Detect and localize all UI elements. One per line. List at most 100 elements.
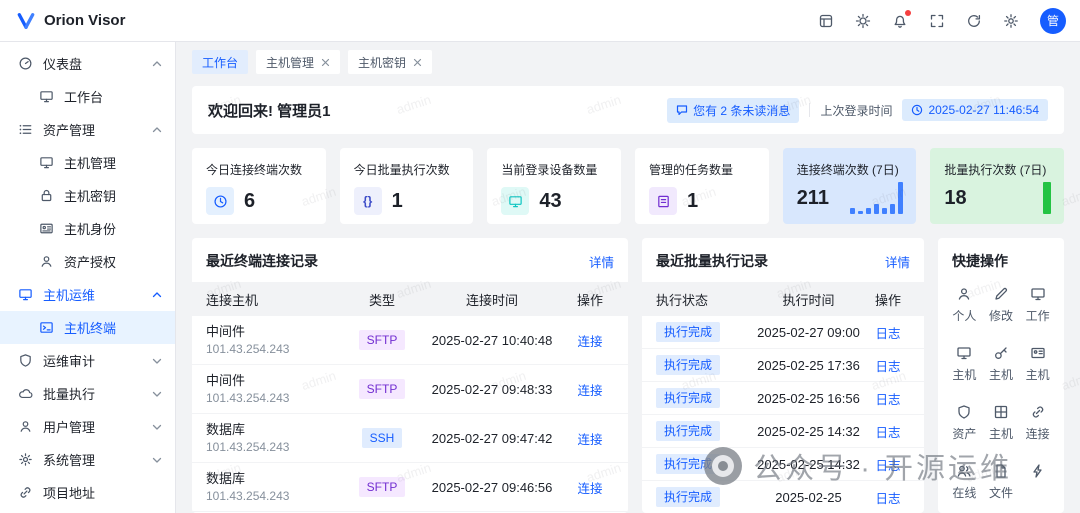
clock-icon [206, 187, 234, 215]
table-row: 执行完成 2025-02-25 日志 [642, 481, 924, 513]
log-link[interactable]: 日志 [875, 393, 900, 407]
status-badge: 执行完成 [656, 322, 720, 342]
log-link[interactable]: 日志 [875, 492, 900, 506]
sidebar-item-assets[interactable]: 资产管理 [0, 113, 175, 146]
quick-op-host-manage[interactable]: 主机 [946, 345, 983, 383]
connect-link[interactable]: 连接 [577, 335, 602, 349]
quick-op-edit-password[interactable]: 修改 [983, 286, 1020, 324]
sidebar-item-workbench[interactable]: 工作台 [0, 80, 175, 113]
type-badge: SFTP [359, 379, 406, 399]
task-list-icon [649, 187, 677, 215]
link-icon [18, 485, 33, 500]
last-login-time-badge: 2025-02-27 11:46:54 [902, 99, 1048, 121]
terminal-records-more-link[interactable]: 详情 [589, 252, 614, 271]
panel-title: 最近批量执行记录 [656, 251, 768, 271]
sidebar-item-host-terminal[interactable]: 主机终端 [0, 311, 175, 344]
status-badge: 执行完成 [656, 355, 720, 375]
quick-op-workbench[interactable]: 工作 [1019, 286, 1056, 324]
sidebar-item-host-key[interactable]: 主机密钥 [0, 179, 175, 212]
table-row: 数据库101.43.254.243 SSH 2025-02-27 09:47:4… [192, 414, 628, 463]
message-icon [676, 104, 688, 116]
status-badge: 执行完成 [656, 388, 720, 408]
pencil-icon [993, 286, 1009, 302]
last-login-label: 上次登录时间 [820, 102, 892, 119]
connect-link[interactable]: 连接 [577, 384, 602, 398]
status-badge: 执行完成 [656, 454, 720, 474]
unread-messages-badge[interactable]: 您有 2 条未读消息 [667, 98, 799, 123]
users-icon [956, 463, 972, 479]
dashboard-content: 欢迎回来! 管理员1 您有 2 条未读消息 上次登录时间 20 [176, 74, 1080, 513]
quick-op-host-terminal[interactable]: 主机 [983, 404, 1020, 442]
quick-op-asset-grant[interactable]: 资产 [946, 404, 983, 442]
sidebar-item-host-manage[interactable]: 主机管理 [0, 146, 175, 179]
connect-link[interactable]: 连接 [577, 433, 602, 447]
log-link[interactable]: 日志 [875, 327, 900, 341]
user-icon [18, 419, 33, 434]
user-avatar[interactable]: 管 [1040, 8, 1066, 34]
notifications-bell-icon[interactable] [892, 13, 908, 29]
log-link[interactable]: 日志 [875, 360, 900, 374]
sidebar-item-ops-audit[interactable]: 运维审计 [0, 344, 175, 377]
tab-workbench[interactable]: 工作台 [192, 50, 248, 74]
sidebar-item-project-link[interactable]: 项目地址 [0, 476, 175, 509]
tab-host-key[interactable]: 主机密钥 [348, 50, 432, 74]
monitor-icon [39, 155, 54, 170]
sidebar-item-user-manage[interactable]: 用户管理 [0, 410, 175, 443]
lightning-icon [1030, 463, 1046, 479]
sidebar-item-batch-exec[interactable]: 批量执行 [0, 377, 175, 410]
welcome-card: 欢迎回来! 管理员1 您有 2 条未读消息 上次登录时间 20 [192, 86, 1064, 134]
quick-op-files[interactable]: 文件 [983, 463, 1020, 501]
refresh-icon[interactable] [966, 13, 982, 29]
sidebar-item-host-identity[interactable]: 主机身份 [0, 212, 175, 245]
key-icon [993, 345, 1009, 361]
log-link[interactable]: 日志 [875, 426, 900, 440]
file-icon [993, 463, 1009, 479]
workbench-icon [39, 89, 54, 104]
sidebar-item-dashboard[interactable]: 仪表盘 [0, 47, 175, 80]
tab-bar: 工作台 主机管理 主机密钥 [176, 42, 1080, 74]
chevron-up-icon [151, 289, 163, 301]
fullscreen-icon[interactable] [929, 13, 945, 29]
table-row: 数据库101.43.254.243 SFTP 2025-02-27 09:46:… [192, 463, 628, 512]
type-badge: SSH [362, 428, 403, 448]
desktop-icon [18, 287, 33, 302]
status-badge: 执行完成 [656, 421, 720, 441]
quick-op-profile[interactable]: 个人 [946, 286, 983, 324]
chevron-down-icon [151, 421, 163, 433]
table-row: 中间件101.43.254.243 SFTP 2025-02-27 09:48:… [192, 365, 628, 414]
cloud-icon [18, 386, 33, 401]
settings-gear-icon[interactable] [1003, 13, 1019, 29]
sidebar-item-system-manage[interactable]: 系统管理 [0, 443, 175, 476]
list-icon [18, 122, 33, 137]
quick-op-online-terminal[interactable]: 在线 [946, 463, 983, 501]
workspace-icon[interactable] [818, 13, 834, 29]
exec-records-more-link[interactable]: 详情 [885, 252, 910, 271]
quick-ops-grid: 个人 修改 工作 主机 [938, 282, 1064, 511]
sidebar-item-asset-grant[interactable]: 资产授权 [0, 245, 175, 278]
monitor-icon [1030, 286, 1046, 302]
log-link[interactable]: 日志 [875, 459, 900, 473]
connect-link[interactable]: 连接 [577, 482, 602, 496]
user-icon [956, 286, 972, 302]
chevron-down-icon [151, 355, 163, 367]
chevron-down-icon [151, 454, 163, 466]
stat-login-devices: 当前登录设备数量 43 [487, 148, 621, 224]
quick-op-exec[interactable] [1019, 463, 1056, 501]
id-card-icon [39, 221, 54, 236]
type-badge: SFTP [359, 477, 406, 497]
table-row: 执行完成 2025-02-25 16:56 日志 [642, 382, 924, 415]
welcome-title: 欢迎回来! 管理员1 [208, 100, 331, 121]
app-logo[interactable]: Orion Visor [16, 11, 125, 31]
sidebar-item-host-ops[interactable]: 主机运维 [0, 278, 175, 311]
terminal-records-panel: 最近终端连接记录 详情 连接主机 类型 连接时间 操作 中间件101.43.25… [192, 238, 628, 513]
quick-op-connect[interactable]: 连接 [1019, 404, 1056, 442]
close-icon[interactable] [321, 58, 330, 67]
close-icon[interactable] [413, 58, 422, 67]
theme-sun-icon[interactable] [855, 13, 871, 29]
table-row: 中间件101.43.254.243 SFTP 2025-02-27 10:40:… [192, 316, 628, 365]
chevron-up-icon [151, 58, 163, 70]
shield-icon [18, 353, 33, 368]
quick-op-host-identity[interactable]: 主机 [1019, 345, 1056, 383]
tab-host-manage[interactable]: 主机管理 [256, 50, 340, 74]
quick-op-host-key[interactable]: 主机 [983, 345, 1020, 383]
